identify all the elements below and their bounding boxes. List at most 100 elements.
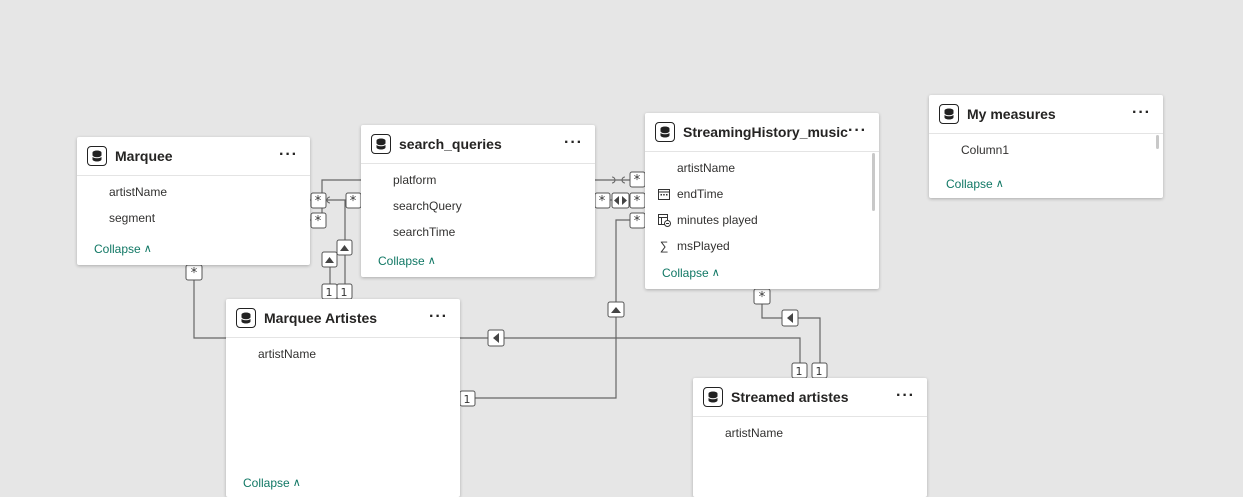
field-minutes-played[interactable]: minutes played [645,207,879,233]
field-msPlayed[interactable]: ∑ msPlayed [645,233,879,259]
table-header[interactable]: search_queries ··· [361,125,595,164]
filter-direction-up-icon [321,251,338,268]
filter-direction-up-icon [336,239,353,256]
table-header[interactable]: Marquee ··· [77,137,310,176]
table-icon [703,387,723,407]
cardinality-many-marker: * [310,192,327,209]
cardinality-one-marker: 1 [459,390,476,407]
svg-text:*: * [634,194,641,209]
cardinality-many-marker: * [310,212,327,229]
field-searchTime[interactable]: searchTime [361,219,595,245]
table-card-marquee[interactable]: Marquee ··· artistName segment Collapse ∧ [77,137,310,265]
svg-text:*: * [759,290,766,305]
model-canvas[interactable]: * * * * * * * * * 1 1 1 1 1 Marquee ··· … [0,0,1243,497]
chevron-up-icon: ∧ [143,243,152,255]
inactive-join-marker [621,176,626,184]
inactive-join-marker [611,176,616,184]
svg-text:*: * [634,173,641,188]
table-icon [655,122,675,142]
relationship-line [310,179,361,201]
svg-text:*: * [634,214,641,229]
svg-text:1: 1 [816,365,823,378]
collapse-button[interactable]: Collapse ∧ [243,476,301,490]
relationship-line [761,289,821,372]
scrollbar[interactable] [872,153,875,211]
cardinality-many-marker: * [594,192,611,209]
field-artistName[interactable]: artistName [693,420,927,446]
more-options-button[interactable]: ··· [848,122,867,140]
collapse-label: Collapse [243,476,290,490]
sigma-icon: ∑ [659,239,669,253]
calendar-icon [657,187,671,201]
cardinality-one-marker: 1 [791,362,808,379]
collapse-label: Collapse [946,177,993,191]
relationship-line [310,199,361,221]
table-icon [87,146,107,166]
table-card-my-measures[interactable]: My measures ··· Column1 Collapse ∧ [929,95,1163,198]
field-Column1[interactable]: Column1 [929,137,1163,163]
cardinality-many-marker: * [629,192,646,209]
field-artistName[interactable]: artistName [77,179,310,205]
svg-text:1: 1 [341,286,348,299]
more-options-button[interactable]: ··· [1132,104,1151,122]
field-artistName[interactable]: artistName [645,155,879,181]
field-label: endTime [677,187,724,201]
table-card-search-queries[interactable]: search_queries ··· platform searchQuery … [361,125,595,277]
cardinality-one-marker: 1 [321,283,338,300]
cardinality-one-marker: 1 [336,283,353,300]
cardinality-many-marker: * [753,288,771,305]
filter-direction-both-icon [611,192,630,209]
more-options-button[interactable]: ··· [564,134,583,152]
field-platform[interactable]: platform [361,167,595,193]
collapse-label: Collapse [378,254,425,268]
table-icon [371,134,391,154]
table-header[interactable]: Marquee Artistes ··· [226,299,460,338]
chevron-up-icon: ∧ [711,267,720,279]
table-icon [939,104,959,124]
svg-text:*: * [315,194,322,209]
collapse-button[interactable]: Collapse ∧ [94,242,152,256]
svg-text:1: 1 [796,365,803,378]
field-searchQuery[interactable]: searchQuery [361,193,595,219]
table-card-marquee-artistes[interactable]: Marquee Artistes ··· artistName Collapse… [226,299,460,497]
collapse-button[interactable]: Collapse ∧ [662,266,720,280]
filter-direction-up-icon [607,301,625,318]
table-header[interactable]: Streamed artistes ··· [693,378,927,417]
cardinality-many-marker: * [345,192,362,209]
field-segment[interactable]: segment [77,205,310,231]
table-title: Marquee [115,148,173,164]
field-endTime[interactable]: endTime [645,181,879,207]
table-card-streaming-history[interactable]: StreamingHistory_music ··· artistName en… [645,113,879,289]
svg-text:*: * [315,214,322,229]
field-label: minutes played [677,213,758,227]
more-options-button[interactable]: ··· [279,146,298,164]
field-artistName[interactable]: artistName [226,341,460,367]
field-label: msPlayed [677,239,730,253]
svg-text:1: 1 [326,286,333,299]
svg-text:*: * [599,194,606,209]
table-title: Marquee Artistes [264,310,378,326]
more-options-button[interactable]: ··· [429,308,448,326]
table-title: Streamed artistes [731,389,849,405]
collapse-label: Collapse [662,266,709,280]
chevron-up-icon: ∧ [292,477,301,489]
svg-text:*: * [350,194,357,209]
table-title: StreamingHistory_music [683,124,848,140]
table-card-streamed-artistes[interactable]: Streamed artistes ··· artistName [693,378,927,497]
collapse-button[interactable]: Collapse ∧ [378,254,436,268]
calculated-column-icon [657,213,671,227]
table-title: My measures [967,106,1056,122]
relationship-line [193,265,226,339]
collapse-button[interactable]: Collapse ∧ [946,177,1004,191]
table-header[interactable]: StreamingHistory_music ··· [645,113,879,152]
scrollbar[interactable] [1156,135,1159,149]
table-icon [236,308,256,328]
table-title: search_queries [399,136,502,152]
relationship-line [460,337,801,372]
svg-text:1: 1 [464,393,471,406]
more-options-button[interactable]: ··· [896,387,915,405]
table-header[interactable]: My measures ··· [929,95,1163,134]
collapse-label: Collapse [94,242,141,256]
filter-direction-left-icon [781,309,799,327]
inactive-join-marker [326,196,331,204]
